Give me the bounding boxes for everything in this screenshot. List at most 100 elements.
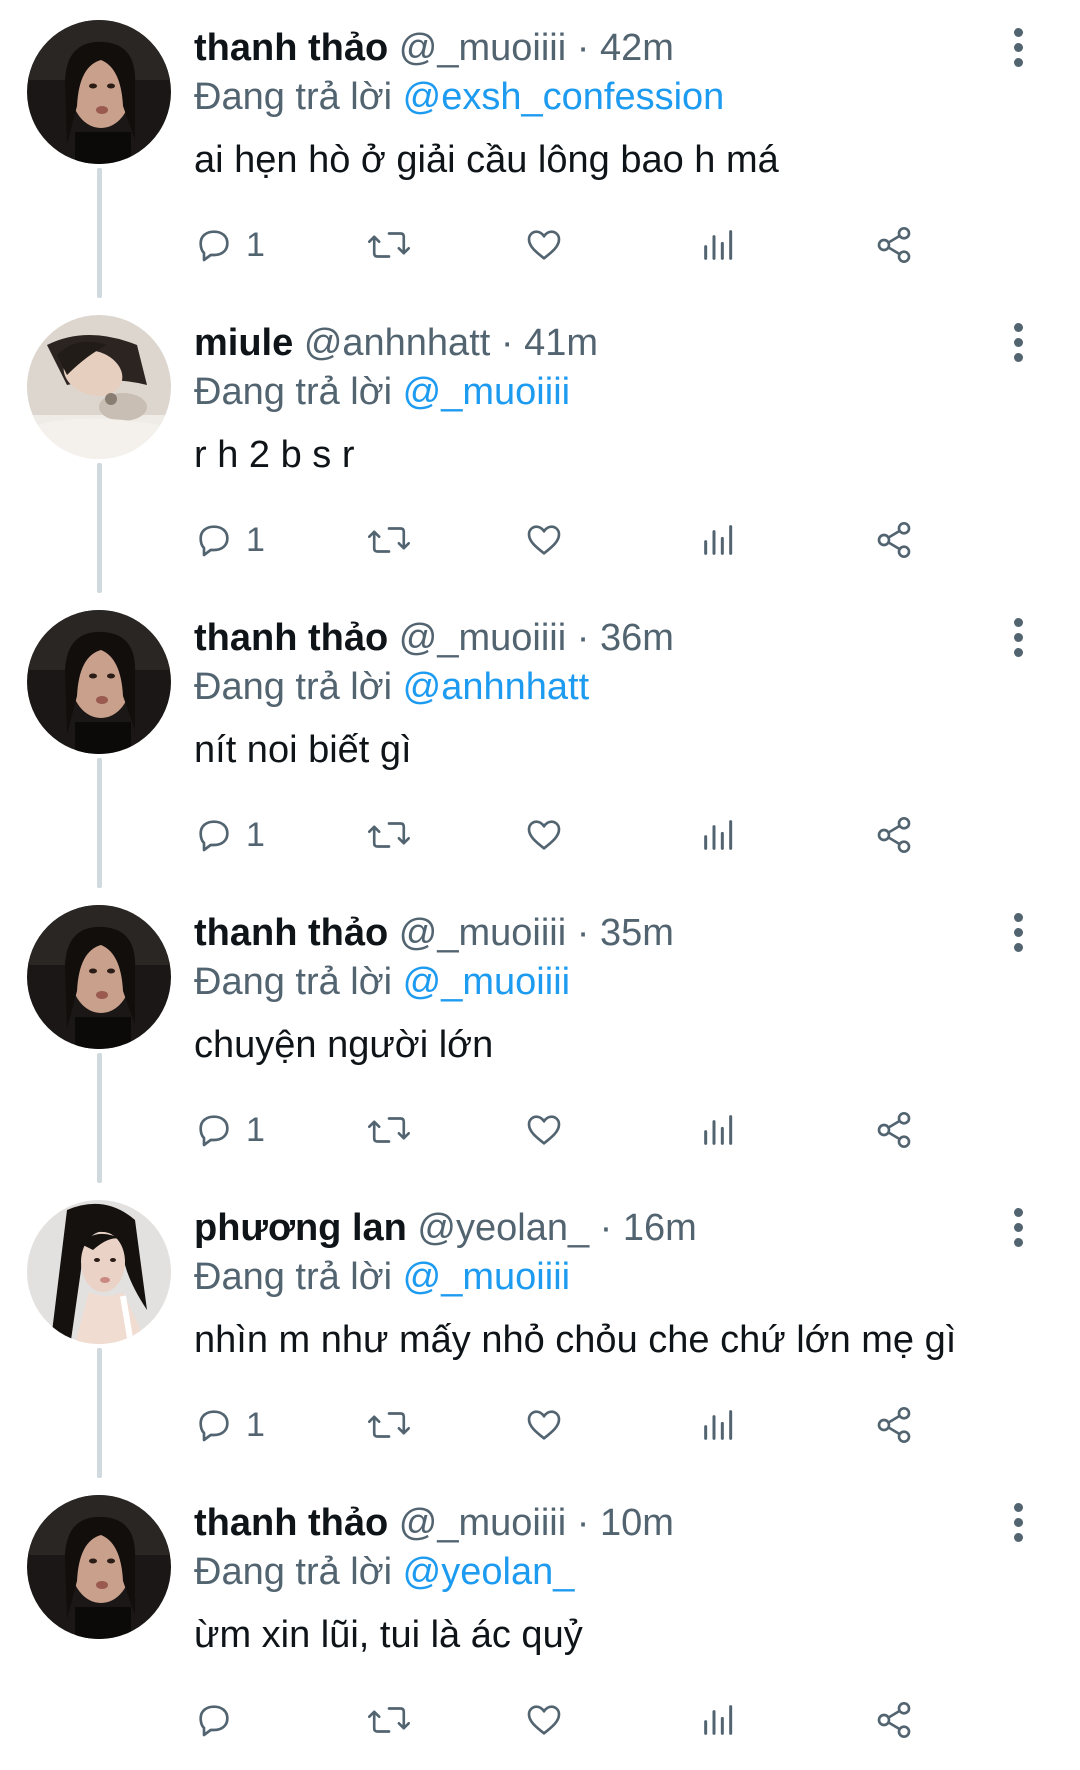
retweet-button[interactable] [366, 1400, 412, 1450]
avatar-miule[interactable] [27, 315, 171, 459]
tweet[interactable]: thanh thảo @_muoiiii · 10m Đang trả lời … [0, 1475, 1080, 1770]
replying-to: Đang trả lời @exsh_confession [194, 74, 1000, 120]
tweet-actions: 1 [194, 1400, 1034, 1450]
views-icon [704, 1115, 733, 1145]
retweet-icon [367, 1707, 411, 1733]
more-icon [1014, 323, 1023, 332]
reply-count: 1 [246, 520, 265, 559]
timestamp[interactable]: 41m [524, 322, 598, 364]
tweet-content: thanh thảo @_muoiiii · 36m Đang trả lời … [194, 612, 1000, 776]
retweet-icon [367, 232, 411, 258]
display-name[interactable]: thanh thảo [194, 1502, 388, 1544]
share-icon [877, 522, 911, 558]
reply-button[interactable]: 1 [194, 220, 265, 270]
tweet[interactable]: thanh thảo @_muoiiii · 35m Đang trả lời … [0, 885, 1080, 1183]
display-name[interactable]: miule [194, 322, 293, 364]
reply-button[interactable]: 1 [194, 810, 265, 860]
user-handle[interactable]: @_muoiiii [399, 1502, 566, 1544]
retweet-button[interactable] [366, 515, 412, 565]
heart-icon [527, 820, 561, 850]
reply-icon [199, 525, 229, 557]
user-handle[interactable]: @yeolan_ [417, 1207, 589, 1249]
tweet-header: thanh thảo @_muoiiii · 10m [194, 1497, 1000, 1549]
timestamp[interactable]: 36m [600, 617, 674, 659]
views-button[interactable] [699, 220, 739, 270]
like-button[interactable] [524, 220, 564, 270]
display-name[interactable]: thanh thảo [194, 912, 388, 954]
tweet[interactable]: phương lan @yeolan_ · 16m Đang trả lời @… [0, 1180, 1080, 1478]
thread-connector [97, 758, 102, 888]
reply-mention[interactable]: @exsh_confession [403, 76, 725, 118]
tweet[interactable]: thanh thảo @_muoiiii · 36m Đang trả lời … [0, 590, 1080, 888]
views-icon [704, 820, 733, 850]
share-icon [877, 1407, 911, 1443]
like-button[interactable] [524, 1105, 564, 1155]
display-name[interactable]: thanh thảo [194, 27, 388, 69]
share-icon [877, 1702, 911, 1738]
share-button[interactable] [874, 515, 914, 565]
separator-dot: · [500, 322, 514, 364]
views-button[interactable] [699, 810, 739, 860]
timestamp[interactable]: 16m [623, 1207, 697, 1249]
like-button[interactable] [524, 515, 564, 565]
separator-dot: · [576, 912, 590, 954]
reply-mention[interactable]: @yeolan_ [403, 1551, 575, 1593]
retweet-button[interactable] [366, 810, 412, 860]
share-button[interactable] [874, 220, 914, 270]
views-button[interactable] [699, 1400, 739, 1450]
more-options-button[interactable] [1010, 913, 1026, 953]
tweet-text: r h 2 b s r [194, 434, 355, 476]
share-button[interactable] [874, 810, 914, 860]
timestamp[interactable]: 10m [600, 1502, 674, 1544]
share-button[interactable] [874, 1400, 914, 1450]
reply-count: 1 [246, 815, 265, 854]
avatar-thanh-thao[interactable] [27, 1495, 171, 1639]
reply-icon [199, 820, 229, 852]
retweet-button[interactable] [366, 1105, 412, 1155]
tweet-actions: 1 [194, 220, 1034, 270]
timestamp[interactable]: 42m [600, 27, 674, 69]
timestamp[interactable]: 35m [600, 912, 674, 954]
display-name[interactable]: phương lan [194, 1207, 407, 1249]
reply-mention[interactable]: @_muoiiii [403, 1256, 570, 1298]
more-icon [1014, 618, 1023, 627]
user-handle[interactable]: @anhnhatt [304, 322, 491, 364]
user-handle[interactable]: @_muoiiii [399, 912, 566, 954]
tweet[interactable]: thanh thảo @_muoiiii · 42m Đang trả lời … [0, 0, 1080, 298]
like-button[interactable] [524, 810, 564, 860]
more-options-button[interactable] [1010, 323, 1026, 363]
avatar-thanh-thao[interactable] [27, 905, 171, 1049]
reply-button[interactable]: 1 [194, 1400, 265, 1450]
reply-mention[interactable]: @_muoiiii [403, 371, 570, 413]
user-handle[interactable]: @_muoiiii [399, 617, 566, 659]
reply-button[interactable]: 1 [194, 515, 265, 565]
reply-button[interactable]: 1 [194, 1105, 265, 1155]
avatar-thanh-thao[interactable] [27, 20, 171, 164]
tweet-header: thanh thảo @_muoiiii · 42m [194, 22, 1000, 74]
tweet-text: nít noi biết gì [194, 729, 412, 771]
display-name[interactable]: thanh thảo [194, 617, 388, 659]
tweet[interactable]: miule @anhnhatt · 41m Đang trả lời @_muo… [0, 295, 1080, 593]
share-button[interactable] [874, 1105, 914, 1155]
replying-to: Đang trả lời @anhnhatt [194, 664, 1000, 710]
reply-mention[interactable]: @_muoiiii [403, 961, 570, 1003]
share-icon [877, 817, 911, 853]
views-button[interactable] [699, 515, 739, 565]
more-options-button[interactable] [1010, 618, 1026, 658]
more-icon [1014, 28, 1023, 37]
retweet-button[interactable] [366, 220, 412, 270]
views-button[interactable] [699, 1105, 739, 1155]
user-handle[interactable]: @_muoiiii [399, 27, 566, 69]
reply-count: 1 [246, 1110, 265, 1149]
more-icon [1014, 913, 1023, 922]
avatar-phuong-lan[interactable] [27, 1200, 171, 1344]
more-options-button[interactable] [1010, 28, 1026, 68]
more-options-button[interactable] [1010, 1503, 1026, 1543]
more-options-button[interactable] [1010, 1208, 1026, 1248]
thread-connector [97, 1053, 102, 1183]
reply-mention[interactable]: @anhnhatt [403, 666, 590, 708]
tweet-actions: 1 [194, 810, 1034, 860]
like-button[interactable] [524, 1400, 564, 1450]
avatar-thanh-thao[interactable] [27, 610, 171, 754]
retweet-icon [367, 822, 411, 848]
